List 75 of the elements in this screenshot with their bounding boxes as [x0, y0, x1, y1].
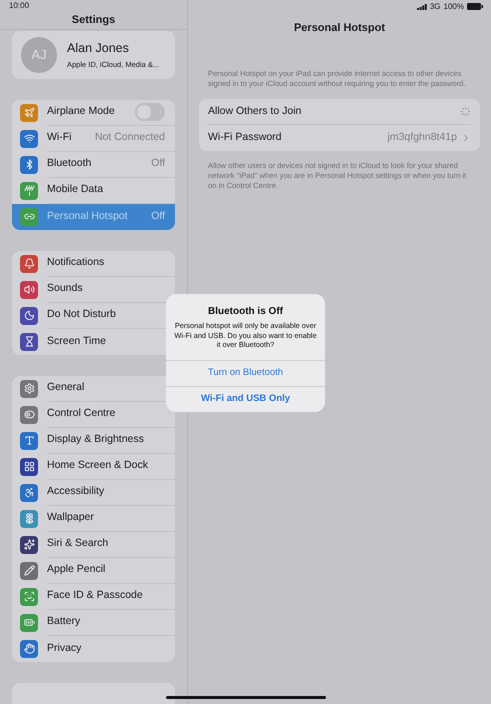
item-label: Control Centre — [47, 406, 116, 422]
grid-icon — [20, 458, 38, 476]
item-label: Accessibility — [47, 484, 106, 500]
item-label: Apple Pencil — [47, 562, 106, 578]
item-value: Not Connected — [94, 130, 165, 146]
alert-button[interactable]: Wi-Fi and USB Only — [166, 386, 325, 412]
spinner-icon — [460, 106, 471, 117]
hourglass-icon — [20, 332, 38, 350]
detail-title: Personal Hotspot — [294, 20, 386, 36]
sidebar-item[interactable]: Bluetooth Off — [12, 152, 175, 178]
profile-name: Alan Jones — [67, 40, 130, 56]
item-label: Privacy — [47, 640, 82, 656]
sidebar-item[interactable]: Apple Pencil — [12, 558, 175, 584]
item-label: Notifications — [47, 255, 106, 270]
pencil-icon — [20, 562, 38, 580]
sidebar-item[interactable]: Privacy — [12, 636, 175, 662]
item-label: General — [47, 380, 86, 396]
sidebar-item[interactable]: Wallpaper — [12, 506, 175, 532]
battery-icon — [20, 614, 38, 632]
item-label: Display & Brightness — [47, 432, 145, 448]
detail-row[interactable]: Wi-Fi Password jm3qfghn8t41p — [199, 125, 480, 151]
sidebar-item[interactable]: Home Screen & Dock — [12, 454, 175, 480]
item-label: Do Not Disturb — [47, 307, 117, 322]
item-label: Airplane Mode — [47, 104, 116, 120]
item-label: Siri & Search — [47, 536, 110, 552]
speaker-icon — [20, 280, 38, 298]
moon-icon — [20, 306, 38, 324]
sparkle-icon — [20, 536, 38, 554]
sidebar-item[interactable]: Screen Time — [12, 328, 175, 354]
sidebar-item[interactable]: Battery — [12, 610, 175, 636]
item-label: Home Screen & Dock — [47, 458, 149, 474]
item-value: Off — [151, 156, 165, 172]
sidebar-title: Settings — [72, 13, 116, 28]
detail-row[interactable]: Allow Others to Join — [199, 99, 480, 125]
sidebar-item[interactable]: Notifications — [12, 250, 175, 276]
alert-button[interactable]: Turn on Bluetooth — [166, 360, 325, 386]
item-label: Bluetooth — [47, 156, 92, 172]
row-label: Allow Others to Join — [208, 104, 302, 119]
item-label: Face ID & Passcode — [47, 588, 144, 604]
battery-percent: 100% — [444, 0, 464, 12]
hand-icon — [20, 640, 38, 658]
item-label: Wi-Fi — [47, 130, 72, 146]
switches-icon — [20, 406, 38, 424]
bluetooth-icon — [20, 156, 38, 174]
battery-icon — [467, 3, 483, 10]
row-label: Wi-Fi Password — [208, 130, 283, 146]
plane-icon — [20, 104, 38, 122]
item-label: Mobile Data — [47, 182, 104, 198]
sidebar-item[interactable]: Display & Brightness — [12, 428, 175, 454]
sidebar-item[interactable]: Accessibility — [12, 480, 175, 506]
flower-icon — [20, 510, 38, 528]
row-value: jm3qfghn8t41p — [388, 130, 457, 146]
face-scan-icon — [20, 588, 38, 606]
sidebar-item[interactable]: Wi-Fi Not Connected — [12, 126, 175, 152]
person-icon — [20, 484, 38, 502]
item-value: Off — [151, 208, 165, 224]
network-type: 3G — [430, 0, 441, 12]
item-label: Wallpaper — [47, 510, 95, 526]
text-size-icon — [20, 432, 38, 450]
wifi-icon — [20, 130, 38, 148]
bell-icon — [20, 254, 38, 272]
item-label: Screen Time — [47, 334, 107, 349]
status-time: 10:00 — [9, 0, 30, 12]
signal-icon — [416, 4, 427, 10]
antenna-icon — [20, 182, 38, 200]
item-label: Sounds — [47, 281, 84, 296]
sidebar-item[interactable]: Siri & Search — [12, 532, 175, 558]
gear-icon — [20, 380, 38, 398]
sidebar-item[interactable]: Airplane Mode — [12, 100, 175, 126]
alert-title: Bluetooth is Off — [208, 305, 283, 319]
sidebar-item[interactable]: Face ID & Passcode — [12, 584, 175, 610]
item-label: Personal Hotspot — [47, 208, 129, 224]
item-label: Battery — [47, 614, 82, 630]
link-icon — [20, 208, 38, 226]
toggle-switch[interactable] — [135, 103, 165, 121]
